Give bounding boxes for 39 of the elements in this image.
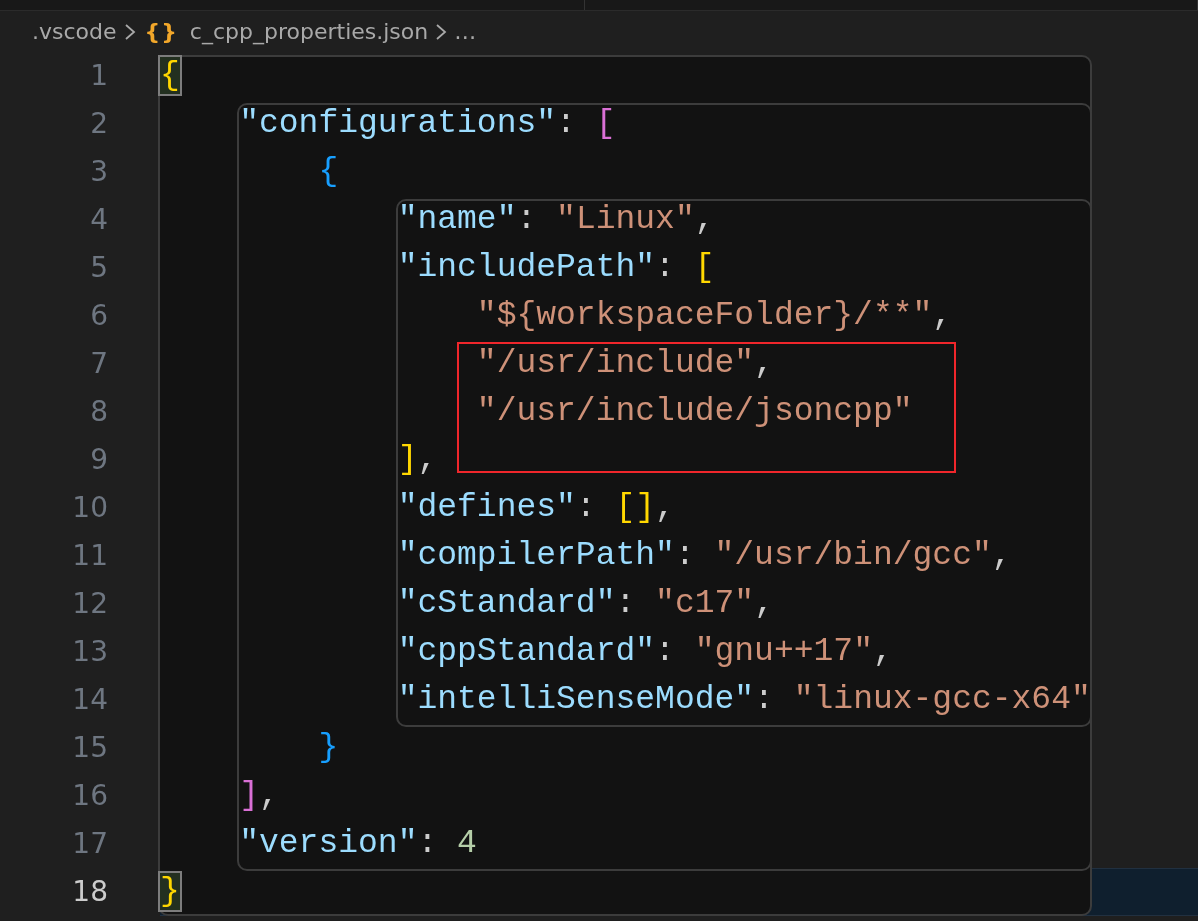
line-number: 2 xyxy=(89,106,108,142)
line-number: 14 xyxy=(71,682,108,718)
code-line: "configurations": [ xyxy=(238,104,616,144)
line-number: 8 xyxy=(89,394,108,430)
line-number: 7 xyxy=(89,346,108,382)
chevron-right-icon xyxy=(434,21,449,42)
code-line: "/usr/include/jsoncpp" xyxy=(475,392,913,432)
code-line: "/usr/include", xyxy=(475,344,774,384)
code-line: "defines": [], xyxy=(396,488,675,528)
code-line: { xyxy=(317,152,339,192)
line-number: 4 xyxy=(89,202,108,238)
code-line: "compilerPath": "/usr/bin/gcc", xyxy=(396,536,1012,576)
code-line: "name": "Linux", xyxy=(396,200,715,240)
breadcrumb-item[interactable]: c_cpp_properties.json xyxy=(189,19,429,44)
code-line: } xyxy=(317,728,339,768)
line-number: 18 xyxy=(71,874,108,910)
code-line: "version": 4 xyxy=(238,824,477,864)
code-line: ], xyxy=(396,440,438,480)
code-line: ], xyxy=(238,776,279,816)
line-number: 17 xyxy=(71,826,108,862)
line-number: 11 xyxy=(71,538,108,574)
line-number: 9 xyxy=(89,442,108,478)
line-number: 3 xyxy=(89,154,108,190)
line-number: 5 xyxy=(89,250,108,286)
line-number: 6 xyxy=(89,298,108,334)
line-number: 1 xyxy=(89,58,108,94)
code-line: "cppStandard": "gnu++17", xyxy=(396,632,893,672)
breadcrumb-more[interactable]: … xyxy=(454,19,477,44)
line-number: 13 xyxy=(71,634,108,670)
line-number: 12 xyxy=(71,586,108,622)
code-line: "intelliSenseMode": "linux-gcc-x64" xyxy=(396,680,1091,720)
json-braces-icon: {} xyxy=(144,19,178,44)
code-line: "includePath": [ xyxy=(396,248,715,288)
code-line: "${workspaceFolder}/**", xyxy=(475,296,953,336)
breadcrumb-item[interactable]: .vscode xyxy=(32,19,117,44)
line-number: 15 xyxy=(71,730,108,766)
code-line: "cStandard": "c17", xyxy=(396,584,774,624)
line-number: 10 xyxy=(71,490,108,526)
line-number: 16 xyxy=(71,778,108,814)
